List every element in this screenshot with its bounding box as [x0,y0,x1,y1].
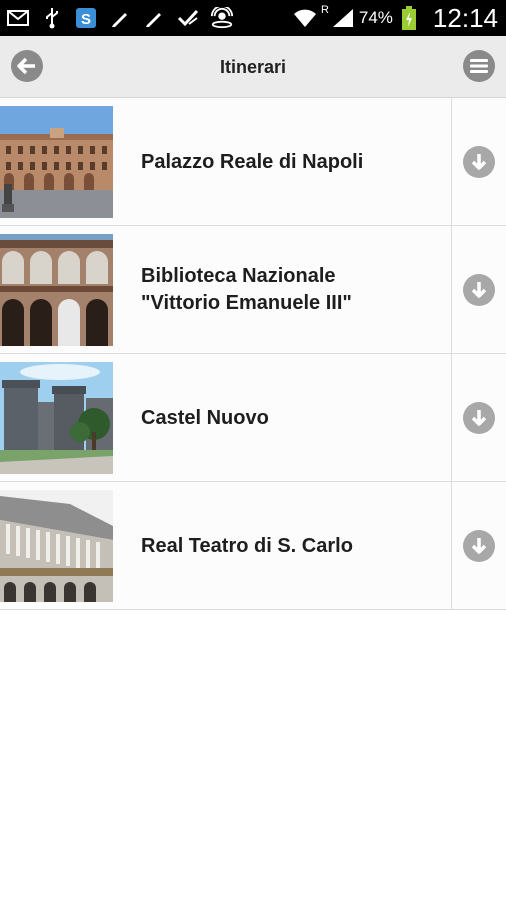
clock: 12:14 [432,2,498,33]
system-icons: R 74% 12:14 [293,0,498,36]
status-bar: S R 74% 12:14 [0,0,506,36]
list-item[interactable]: Castel Nuovo [0,354,506,482]
svg-text:S: S [81,11,91,28]
signal-icon [331,7,355,29]
castel-nuovo-photo [0,362,113,474]
download-icon [463,146,495,178]
arrow-left-icon [17,57,35,75]
checkmark-icon [176,7,200,29]
download-button[interactable] [451,98,506,226]
biblioteca-nazionale-photo [0,234,113,346]
page-title: Itinerari [219,57,287,77]
usb-icon [40,7,64,29]
roaming-indicator: R [320,4,329,16]
satellite-icon [210,7,234,29]
header-bar: Itinerari [0,36,506,98]
battery-percent: 74% [358,8,393,27]
list-item-label: Biblioteca Nazionale "Vittorio Emanuele … [141,265,352,314]
mail-icon [6,7,30,29]
list-item[interactable]: Palazzo Reale di Napoli [0,98,506,226]
back-button[interactable] [11,50,43,82]
download-icon [463,530,495,562]
wifi-icon [293,7,317,29]
battery-icon [397,6,421,30]
download-button[interactable] [451,354,506,482]
list-item-label: Real Teatro di S. Carlo [141,534,353,557]
skype-icon: S [74,7,98,29]
list-item-label: Castel Nuovo [141,406,269,429]
list-item[interactable]: Biblioteca Nazionale "Vittorio Emanuele … [0,226,506,354]
menu-button[interactable] [463,50,495,82]
teatro-san-carlo-photo [0,490,113,602]
list-item-label: Palazzo Reale di Napoli [141,150,364,173]
pencil-icon [108,7,132,29]
pencil-icon [142,7,166,29]
palazzo-reale-photo [0,106,113,218]
download-icon [463,274,495,306]
download-icon [463,402,495,434]
download-button[interactable] [451,226,506,354]
itinerary-list: Palazzo Reale di Napoli Biblioteca Nazio… [0,98,506,610]
menu-icon [470,59,488,73]
notification-icons: S [6,0,234,36]
list-item[interactable]: Real Teatro di S. Carlo [0,482,506,610]
download-button[interactable] [451,482,506,610]
